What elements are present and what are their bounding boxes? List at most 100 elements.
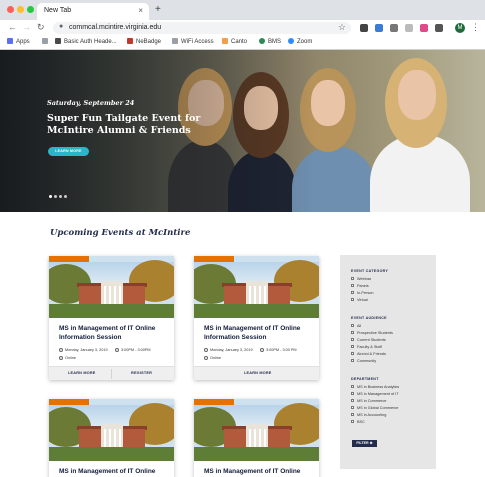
event-card[interactable]: MS in Management of IT Online Informatio… xyxy=(194,399,319,477)
filter-checkbox[interactable]: Virtual xyxy=(351,298,368,302)
browser-tab[interactable]: New Tab × xyxy=(37,3,149,20)
bookmarks-bar: Apps Basic Auth Heade... NeBadge WiFi Ac… xyxy=(0,36,485,50)
carousel-dot[interactable] xyxy=(49,195,52,198)
event-title[interactable]: MS in Management of IT Online Informatio… xyxy=(59,324,169,342)
filter-group-heading: EVENT AUDIENCE xyxy=(351,316,387,320)
bookmark-bms[interactable]: BMS xyxy=(259,38,281,45)
event-card-image xyxy=(49,256,174,318)
event-title[interactable]: MS in Management of IT Online Informatio… xyxy=(59,467,169,477)
event-card[interactable]: MS in Management of IT Online Informatio… xyxy=(194,256,319,380)
checkbox-icon[interactable] xyxy=(351,385,354,388)
bookmark-favicon-icon xyxy=(55,38,61,44)
filter-checkbox[interactable]: All xyxy=(351,324,361,328)
hero-learn-more-button[interactable]: LEARN MORE xyxy=(48,147,89,156)
events-heading: Upcoming Events at McIntire xyxy=(50,228,191,238)
filter-checkbox[interactable]: MS in Management of IT xyxy=(351,392,399,396)
bookmark-favicon-icon xyxy=(127,38,133,44)
minimize-window-button[interactable] xyxy=(17,6,24,13)
register-link[interactable]: REGISTER xyxy=(131,371,152,375)
filter-button[interactable]: FILTER ⊕ xyxy=(352,440,377,447)
back-arrow-icon[interactable]: ← xyxy=(8,22,17,32)
checkbox-icon[interactable] xyxy=(351,399,354,402)
event-card[interactable]: MS in Management of IT Online Informatio… xyxy=(49,399,174,477)
calendar-icon xyxy=(204,348,208,352)
extension-icon[interactable] xyxy=(360,24,368,32)
zoom-icon xyxy=(288,38,294,44)
filter-checkbox[interactable]: MS in Global Commerce xyxy=(351,406,398,410)
filter-checkbox[interactable]: MS in Business Analytics xyxy=(351,385,399,389)
checkbox-icon[interactable] xyxy=(351,345,354,348)
checkbox-icon[interactable] xyxy=(351,406,354,409)
checkbox-icon[interactable] xyxy=(351,413,354,416)
carousel-dot[interactable] xyxy=(64,195,67,198)
filter-checkbox[interactable]: MS in Accounting xyxy=(351,413,386,417)
filter-group-heading: DEPARTMENT xyxy=(351,377,379,381)
bookmark-nebadge[interactable]: NeBadge xyxy=(127,38,161,45)
filter-checkbox[interactable]: BSC xyxy=(351,420,365,424)
bookmark-wifi[interactable]: WiFi Access xyxy=(172,38,214,45)
bookmark-star-icon[interactable]: ☆ xyxy=(338,22,346,33)
event-time: 3:00PM - 3:00PM xyxy=(115,348,151,352)
more-menu-icon[interactable]: ⋮ xyxy=(471,22,480,33)
filter-checkbox[interactable]: Webinar xyxy=(351,277,371,281)
hero-date: Saturday, September 24 xyxy=(47,99,135,107)
checkbox-icon[interactable] xyxy=(351,359,354,362)
carousel-dot[interactable] xyxy=(59,195,62,198)
reload-icon[interactable]: ↻ xyxy=(37,22,45,33)
event-title[interactable]: MS in Management of IT Online Informatio… xyxy=(204,467,314,477)
event-title[interactable]: MS in Management of IT Online Informatio… xyxy=(204,324,314,342)
checkbox-icon[interactable] xyxy=(351,420,354,423)
forward-arrow-icon[interactable]: → xyxy=(22,22,31,32)
extension-icon[interactable] xyxy=(390,24,398,32)
filter-checkbox[interactable]: Prospective Students xyxy=(351,331,393,335)
event-card-image xyxy=(194,399,319,461)
tab-strip: New Tab × + xyxy=(0,0,485,20)
learn-more-link[interactable]: LEARN MORE xyxy=(244,371,272,375)
filter-checkbox[interactable]: MS in Commerce xyxy=(351,399,386,403)
bookmark-favicon-icon xyxy=(259,38,265,44)
profile-avatar[interactable]: M xyxy=(455,23,465,33)
checkbox-icon[interactable] xyxy=(351,331,354,334)
checkbox-icon[interactable] xyxy=(351,291,354,294)
clock-icon xyxy=(260,348,264,352)
checkbox-icon[interactable] xyxy=(351,338,354,341)
learn-more-link[interactable]: LEARN MORE xyxy=(68,371,96,375)
bookmark-apps[interactable]: Apps xyxy=(7,38,30,45)
event-card-image xyxy=(49,399,174,461)
calendar-icon xyxy=(59,348,63,352)
event-card[interactable]: MS in Management of IT Online Informatio… xyxy=(49,256,174,380)
filter-checkbox[interactable]: Current Students xyxy=(351,338,386,342)
filter-checkbox[interactable]: Panels xyxy=(351,284,369,288)
category-accent-bar xyxy=(194,399,234,405)
apps-grid-icon xyxy=(7,38,13,44)
checkbox-icon[interactable] xyxy=(351,284,354,287)
filter-checkbox[interactable]: In-Person xyxy=(351,291,373,295)
checkbox-icon[interactable] xyxy=(351,298,354,301)
extension-icon[interactable] xyxy=(375,24,383,32)
close-window-button[interactable] xyxy=(7,6,14,13)
extension-icon[interactable] xyxy=(405,24,413,32)
bookmark-zoom[interactable]: Zoom xyxy=(288,38,312,45)
bookmark-basic-auth[interactable]: Basic Auth Heade... xyxy=(55,38,117,45)
maximize-window-button[interactable] xyxy=(27,6,34,13)
checkbox-icon[interactable] xyxy=(351,324,354,327)
carousel-dot[interactable] xyxy=(54,195,57,198)
event-date: Monday, January 3, 2019 xyxy=(59,348,108,352)
extension-icon[interactable] xyxy=(435,24,443,32)
filter-checkbox[interactable]: Faculty & Staff xyxy=(351,345,382,349)
checkbox-icon[interactable] xyxy=(351,352,354,355)
new-tab-button[interactable]: + xyxy=(155,4,161,15)
filter-checkbox[interactable]: Community xyxy=(351,359,376,363)
filter-checkbox[interactable]: Alumni & Friends xyxy=(351,352,386,356)
checkbox-icon[interactable] xyxy=(351,392,354,395)
event-card-footer: LEARN MORE xyxy=(194,366,319,380)
document-icon xyxy=(42,38,48,44)
tab-close-icon[interactable]: × xyxy=(138,6,143,15)
bookmark-document[interactable] xyxy=(42,38,51,45)
extension-icon[interactable] xyxy=(420,24,428,32)
bookmark-canto[interactable]: Canto xyxy=(222,38,247,45)
url-text[interactable]: commcal.mcintire.virginia.edu xyxy=(69,24,161,31)
address-bar[interactable]: ● commcal.mcintire.virginia.edu ☆ xyxy=(53,22,351,34)
checkbox-icon[interactable] xyxy=(351,277,354,280)
browser-chrome: New Tab × + ← → ↻ ● commcal.mcintire.vir… xyxy=(0,0,485,50)
